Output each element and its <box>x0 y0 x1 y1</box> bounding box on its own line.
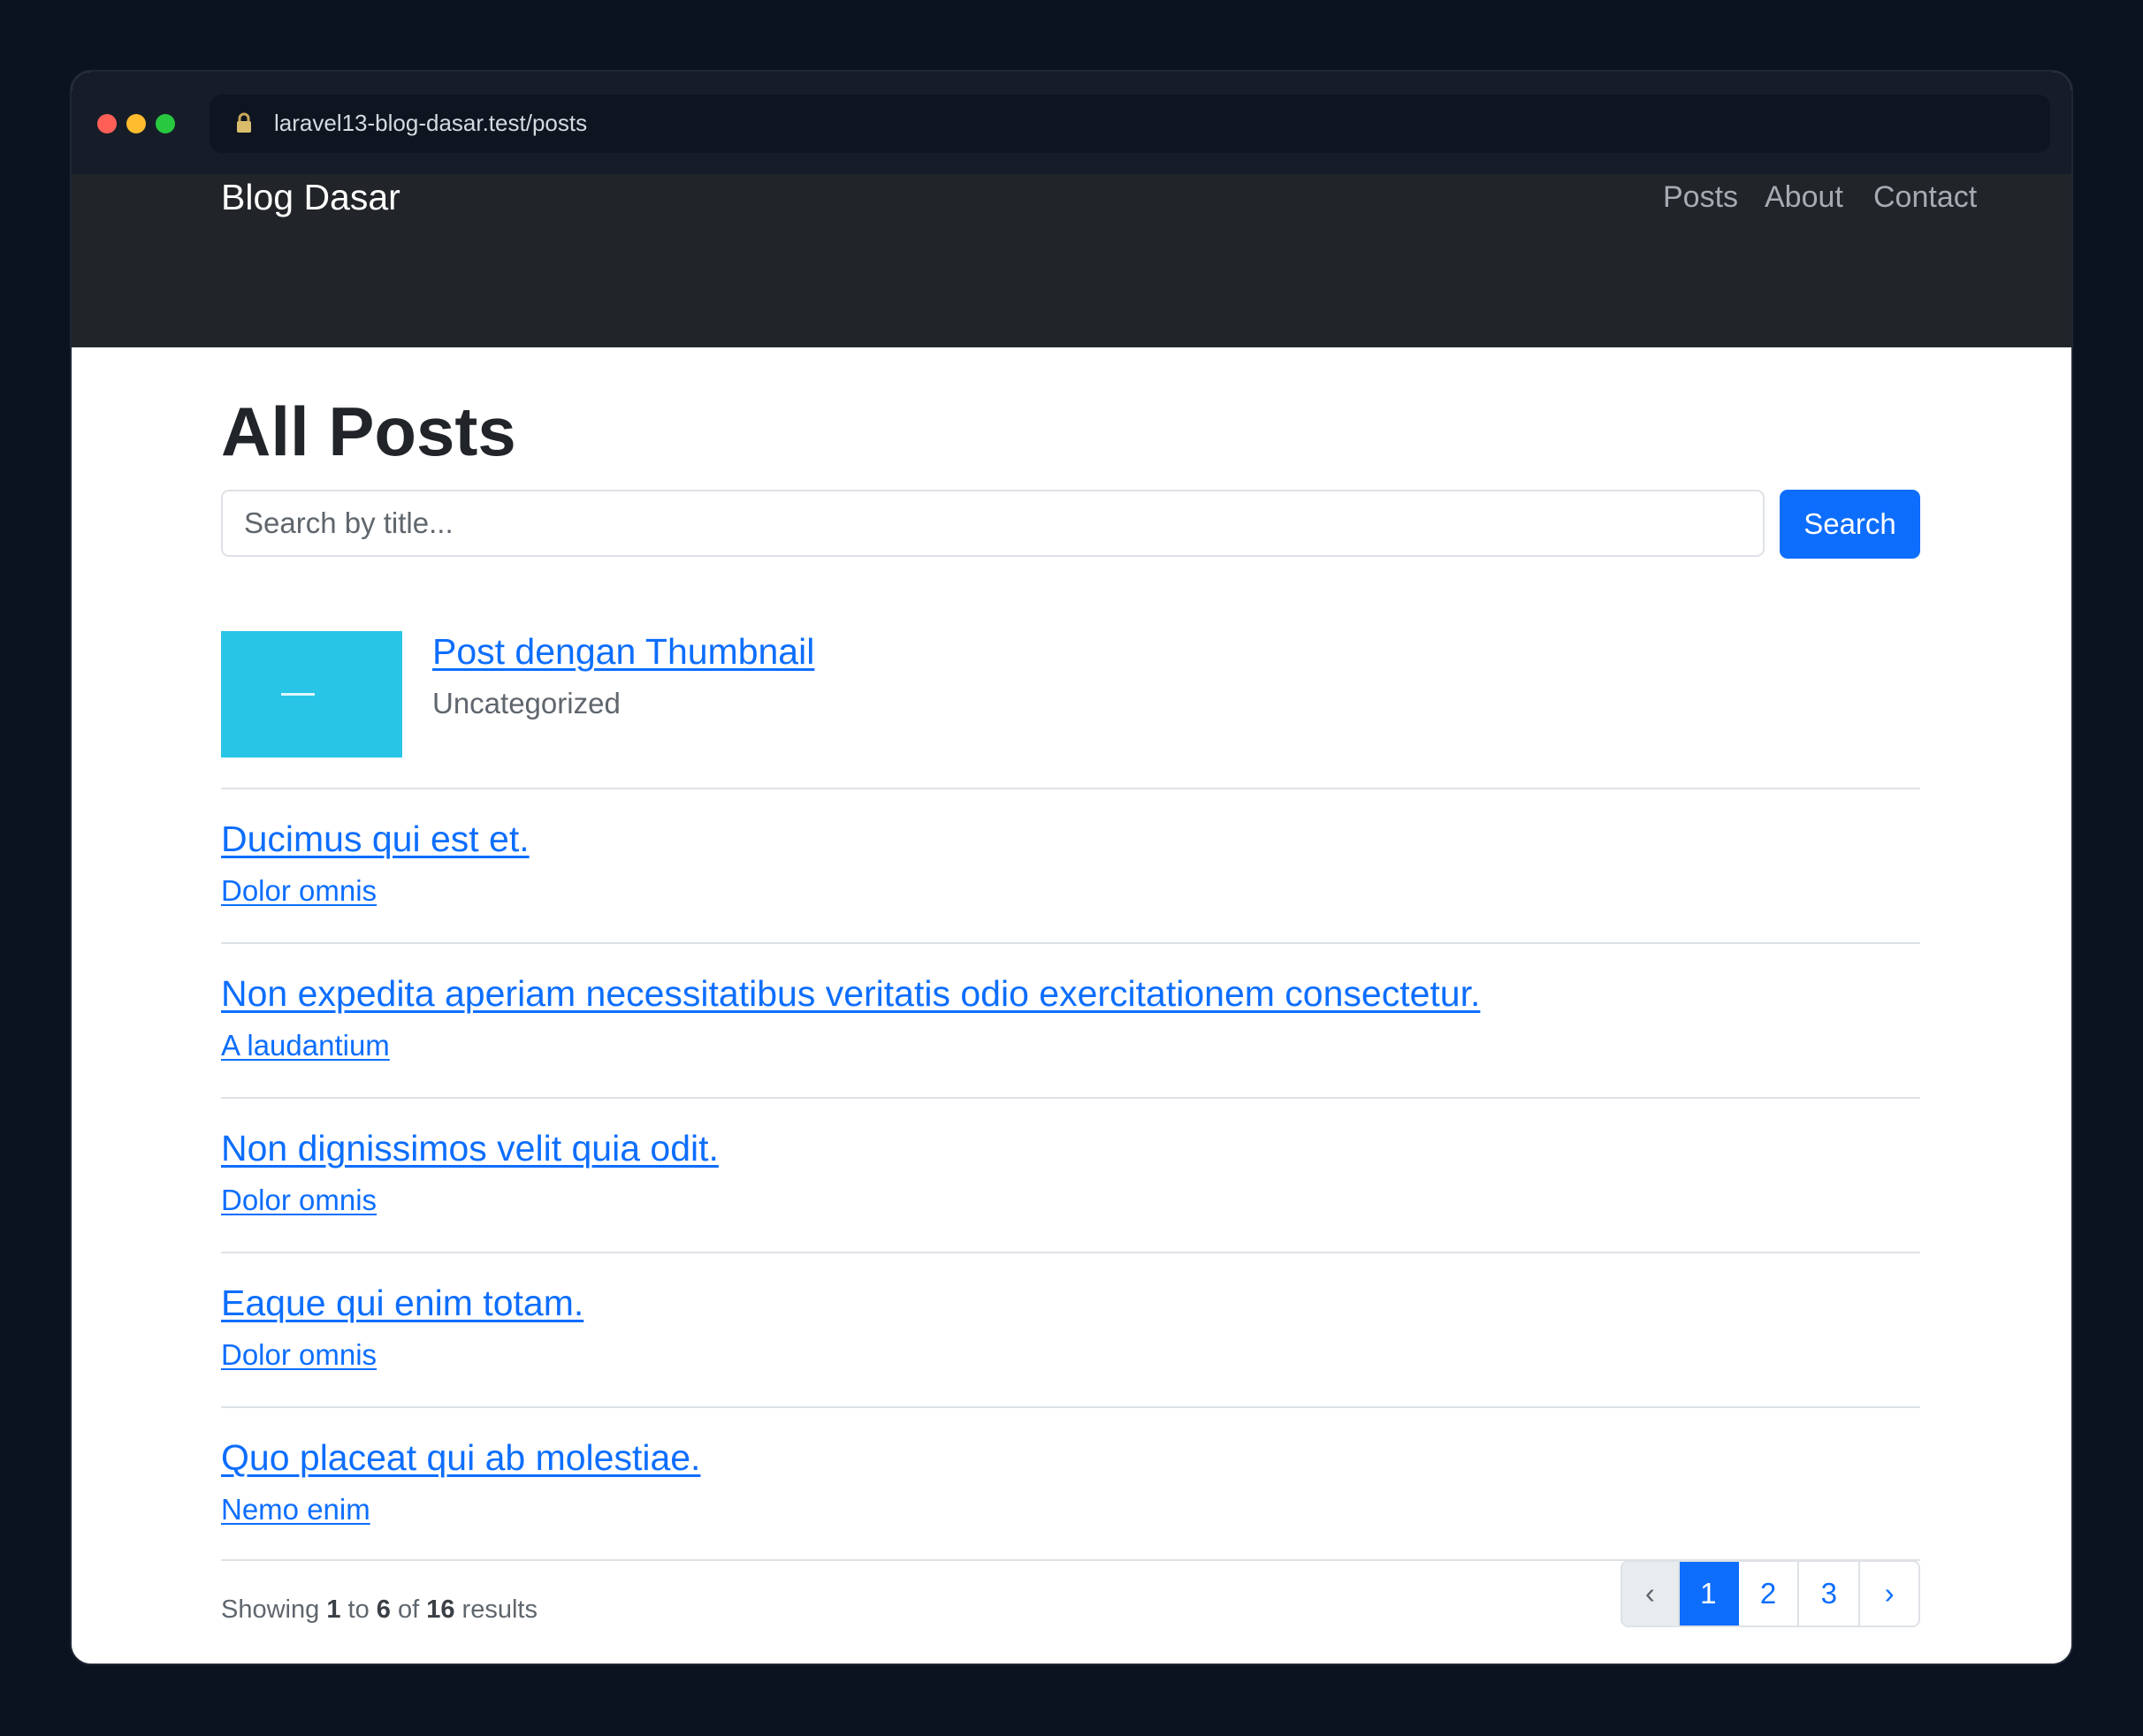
post-category-link[interactable]: A laudantium <box>221 1026 390 1065</box>
post-category-link[interactable]: Dolor omnis <box>221 1336 377 1374</box>
post-category-link[interactable]: Nemo enim <box>221 1490 370 1529</box>
post-divider <box>221 1097 1920 1099</box>
nav-link-posts[interactable]: Posts <box>1663 175 1738 219</box>
page-title: All Posts <box>221 392 516 470</box>
post-title-link[interactable]: Quo placeat qui ab molestiae. <box>221 1435 700 1481</box>
results-to: 6 <box>376 1595 391 1624</box>
post-divider <box>221 942 1920 944</box>
browser-titlebar: laravel13-blog-dasar.test/posts <box>72 72 2071 174</box>
zoom-window-button[interactable] <box>156 114 175 133</box>
post-divider <box>221 1252 1920 1253</box>
post-title-link[interactable]: Post dengan Thumbnail <box>432 628 814 674</box>
post-category-link[interactable]: Dolor omnis <box>221 1181 377 1220</box>
nav-link-about[interactable]: About <box>1765 175 1843 219</box>
results-prefix: Showing <box>221 1595 320 1624</box>
post-thumbnail[interactable] <box>221 631 402 758</box>
browser-window: laravel13-blog-dasar.test/posts All Post… <box>72 72 2071 1664</box>
nav-link-contact[interactable]: Contact <box>1873 175 1977 219</box>
post-category-link[interactable]: Dolor omnis <box>221 872 377 910</box>
post-category: Uncategorized <box>432 687 621 720</box>
close-window-button[interactable] <box>97 114 117 133</box>
post-title-link[interactable]: Non expedita aperiam necessitatibus veri… <box>221 971 1480 1016</box>
minimize-window-button[interactable] <box>126 114 146 133</box>
lock-icon <box>237 112 251 133</box>
search-button[interactable]: Search <box>1780 490 1920 559</box>
chevron-left-icon[interactable]: ‹ <box>1622 1562 1680 1626</box>
main-content: All Posts Search Post dengan Thumbnail U… <box>72 347 2071 1664</box>
chevron-right-icon[interactable]: › <box>1860 1562 1918 1626</box>
thumbnail-placeholder-text <box>281 693 315 696</box>
post-divider <box>221 1406 1920 1408</box>
results-of-word: of <box>397 1595 420 1624</box>
site-brand[interactable]: Blog Dasar <box>221 172 400 222</box>
post-title-link[interactable]: Non dignissimos velit quia odit. <box>221 1125 719 1171</box>
page-2-button[interactable]: 2 <box>1738 1562 1800 1626</box>
post-title-link[interactable]: Ducimus qui est et. <box>221 816 530 862</box>
results-to-word: to <box>347 1595 370 1624</box>
address-bar-url[interactable]: laravel13-blog-dasar.test/posts <box>274 107 587 139</box>
page-1-button[interactable]: 1 <box>1679 1562 1739 1626</box>
search-input[interactable] <box>221 490 1765 557</box>
post-title-link[interactable]: Eaque qui enim totam. <box>221 1280 583 1326</box>
results-summary: Showing 1 to 6 of 16 results <box>221 1592 538 1627</box>
results-suffix: results <box>461 1595 538 1624</box>
post-divider <box>221 788 1920 789</box>
page-3-button[interactable]: 3 <box>1799 1562 1861 1626</box>
pagination: ‹ 1 2 3 › <box>1621 1560 1920 1627</box>
results-from: 1 <box>326 1595 341 1624</box>
results-total: 16 <box>426 1595 455 1624</box>
